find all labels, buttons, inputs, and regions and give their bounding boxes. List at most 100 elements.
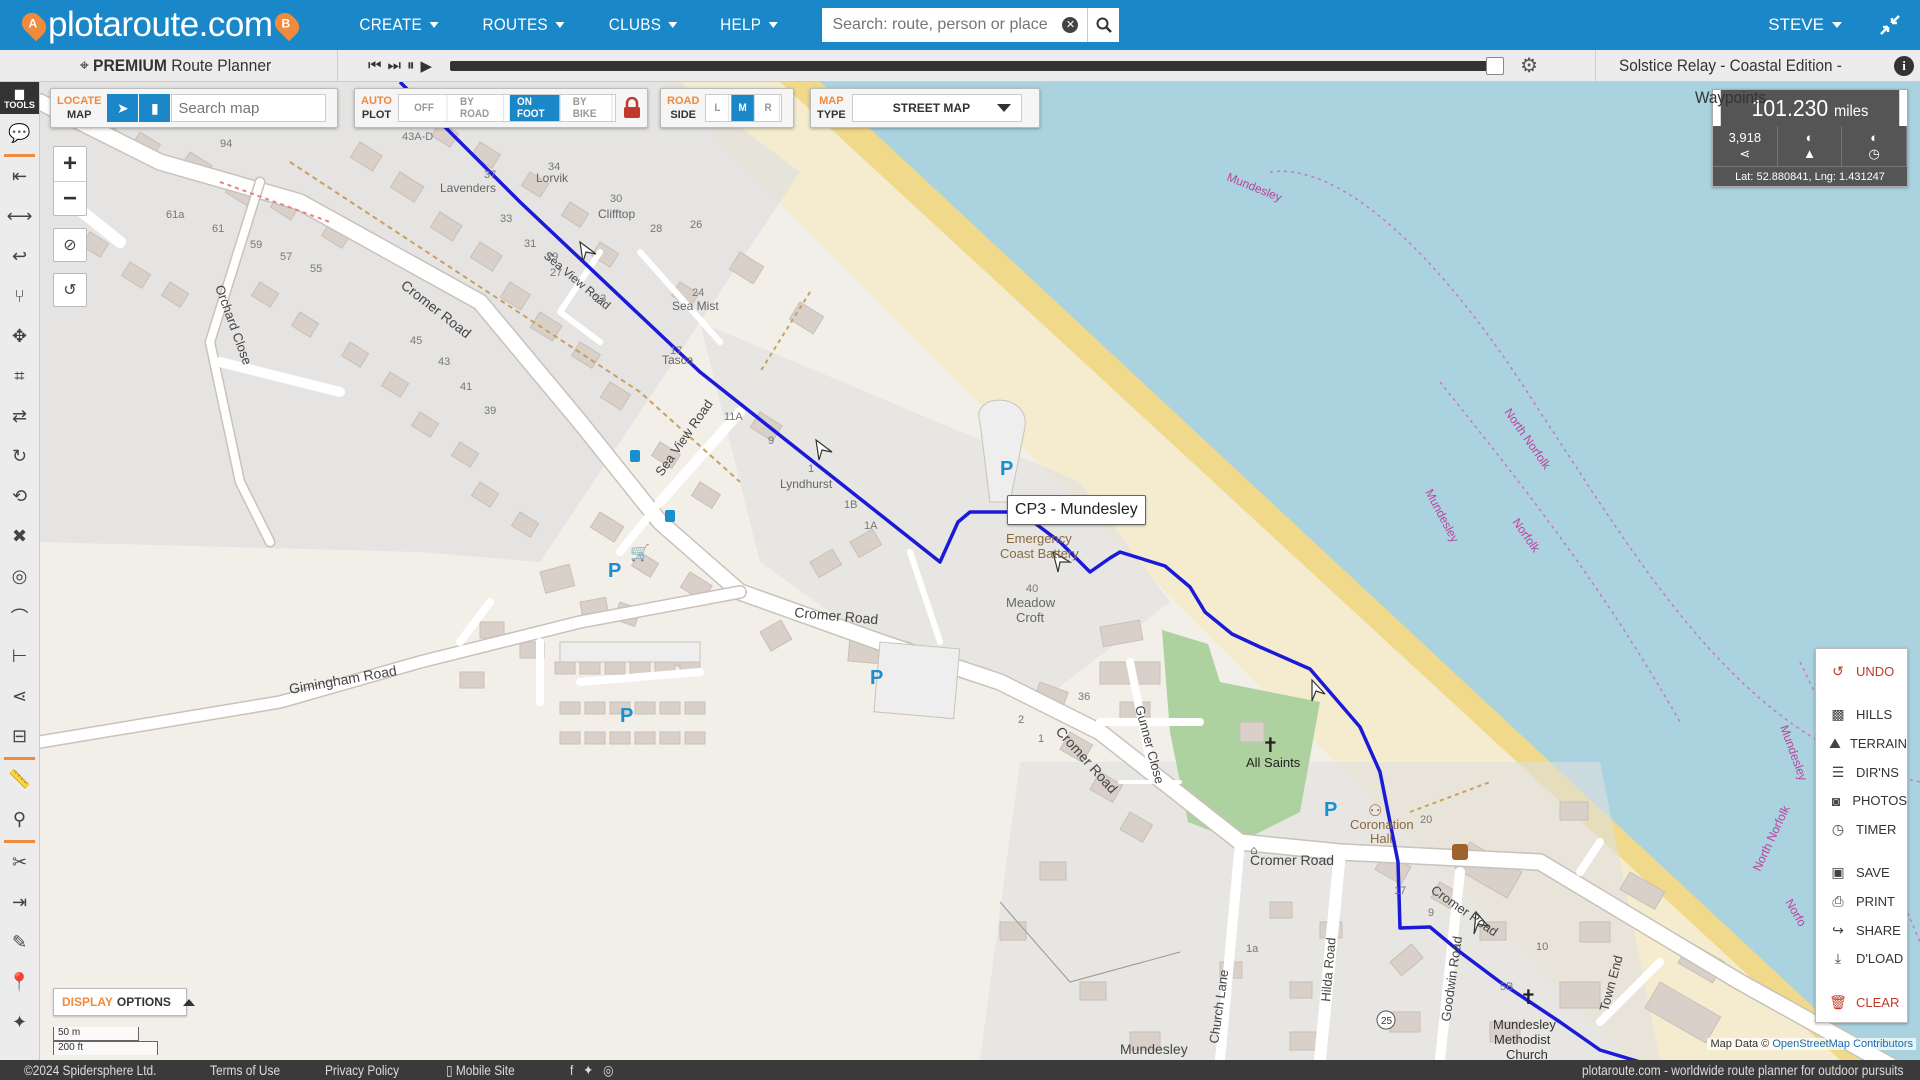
checkpoint-label[interactable]: CP3 - Mundesley	[1007, 495, 1146, 525]
facebook-icon[interactable]: f	[570, 1062, 573, 1078]
route-start-tool-icon[interactable]: ⇤	[0, 157, 39, 197]
parking-icon: P	[620, 705, 633, 727]
svg-text:43: 43	[438, 356, 450, 368]
undo-button[interactable]: ↺ UNDO	[1816, 657, 1907, 686]
zoom-in-button[interactable]: +	[54, 147, 86, 181]
roadside-right-option[interactable]: R	[758, 95, 781, 121]
progress-handle[interactable]	[1486, 56, 1505, 75]
gear-icon[interactable]: ⚙	[1520, 53, 1538, 78]
svg-text:Croft: Croft	[1016, 610, 1045, 625]
hills-button[interactable]: ▩ HILLS	[1816, 701, 1907, 730]
step-forward-icon[interactable]: ⏭	[388, 57, 402, 74]
share-tool-icon[interactable]: ⋖	[0, 677, 39, 717]
stretch-tool-icon[interactable]: ⟷	[0, 197, 39, 237]
measure-tool-icon[interactable]: ⊢	[0, 637, 39, 677]
pause-icon[interactable]: ⏸	[407, 57, 415, 74]
social-links: f ✦ ◎	[570, 1062, 614, 1079]
padlock-icon[interactable]	[620, 94, 643, 122]
back-tool-icon[interactable]: ↩	[0, 237, 39, 277]
edit-tool-icon[interactable]: ✎	[0, 923, 39, 963]
pin-tool-icon[interactable]: 📍	[0, 963, 39, 1003]
svg-text:34: 34	[548, 161, 560, 173]
waypoint-tool-icon[interactable]: ◎	[0, 557, 39, 597]
timer-button[interactable]: ◷ TIMER	[1816, 815, 1907, 844]
mobile-site-link[interactable]: ▯ Mobile Site	[446, 1062, 515, 1079]
share-button[interactable]: ↪ SHARE	[1816, 916, 1907, 945]
ruler-tool-icon[interactable]: 📏	[0, 760, 39, 800]
save-button[interactable]: ▣ SAVE	[1816, 859, 1907, 888]
twitter-icon[interactable]: ✦	[583, 1062, 593, 1078]
instagram-icon[interactable]: ◎	[603, 1062, 613, 1078]
svg-text:1: 1	[808, 463, 814, 475]
site-search-input[interactable]	[822, 8, 1088, 42]
locate-me-button[interactable]: ➤	[107, 94, 140, 122]
user-menu[interactable]: STEVE	[1768, 0, 1842, 50]
route-overview-button[interactable]: ↺	[53, 273, 87, 307]
map-type-select[interactable]: STREET MAP	[851, 94, 1022, 122]
bookmark-button[interactable]: ▮	[139, 94, 172, 122]
comment-tool-icon[interactable]: 💬	[0, 114, 39, 154]
autoplot-by-bike-option[interactable]: BY BIKE	[566, 95, 613, 121]
person-pin-tool-icon[interactable]: ⚲	[0, 800, 39, 840]
photos-button[interactable]: ◙ PHOTOS	[1816, 786, 1907, 815]
roadside-left-option[interactable]: L	[708, 95, 729, 121]
zoom-controls: + −	[53, 146, 87, 216]
bus-stop-icon	[665, 510, 675, 522]
svg-text:Lavenders: Lavenders	[440, 181, 496, 195]
playback-progress-bar[interactable]	[450, 56, 1505, 75]
menu-create[interactable]: CREATE	[343, 0, 454, 50]
skip-start-icon[interactable]: ⏮	[368, 57, 382, 74]
svg-text:94: 94	[220, 138, 232, 150]
site-logo[interactable]: A plotaroute.com B	[17, 0, 303, 50]
magic-wand-tool-icon[interactable]: ✦	[0, 1003, 39, 1043]
chevron-up-icon	[182, 998, 195, 1006]
clear-button[interactable]: 🗑 CLEAR	[1816, 988, 1907, 1017]
chevron-down-icon	[996, 104, 1011, 112]
route-name[interactable]: Solstice Relay - Coastal Edition - Waypo…	[1595, 49, 1865, 107]
reverse-tool-icon[interactable]: ⇄	[0, 397, 39, 437]
play-icon[interactable]: ▶	[421, 57, 433, 75]
elevation-toggle[interactable]: ◐ ▲	[1778, 126, 1843, 166]
detour-tool-icon[interactable]: ⌒	[0, 597, 39, 637]
menu-routes[interactable]: ROUTES	[466, 0, 580, 50]
svg-text:Emergency: Emergency	[1006, 531, 1072, 546]
print-button[interactable]: ⎙ PRINT	[1816, 887, 1907, 916]
zoom-out-button[interactable]: −	[54, 181, 86, 215]
info-icon[interactable]: i	[1894, 56, 1914, 76]
map-search-input[interactable]	[171, 94, 327, 122]
move-tool-icon[interactable]: ✥	[0, 317, 39, 357]
join-tool-icon[interactable]: ⇥	[0, 883, 39, 923]
menu-help[interactable]: HELP	[704, 0, 794, 50]
roadside-middle-option[interactable]: M	[731, 95, 755, 121]
loop-tool-icon[interactable]: ↻	[0, 437, 39, 477]
branch-tool-icon[interactable]: ⑂	[0, 277, 39, 317]
lock-tool-icon[interactable]: ⊟	[0, 717, 39, 757]
autoplot-by-road-option[interactable]: BY ROAD	[453, 95, 504, 121]
autoplot-off-option[interactable]: OFF	[402, 95, 448, 121]
share-count[interactable]: 3,918 ⋖	[1713, 126, 1778, 166]
scissors-tool-icon[interactable]: ✂	[0, 843, 39, 883]
undo-icon: ↺	[1832, 662, 1844, 679]
camera-icon: ◙	[1831, 792, 1841, 809]
time-toggle[interactable]: ◐ ◷	[1842, 126, 1908, 166]
search-button[interactable]	[1087, 8, 1120, 42]
delete-tool-icon[interactable]: ✖	[0, 517, 39, 557]
map-canvas[interactable]: P P P P P 🛒 ✝ ✝ ⚇ ⌂ Cromer Road Cromer R…	[40, 82, 1920, 1060]
svg-text:1B: 1B	[844, 499, 857, 511]
zoom-to-route-button[interactable]: ⊘	[53, 228, 87, 262]
collapse-icon[interactable]	[1878, 13, 1902, 37]
display-options-button[interactable]: DISPLAY OPTIONS	[53, 988, 195, 1016]
osm-attribution-link[interactable]: OpenStreetMap Contributors	[1772, 1038, 1913, 1050]
terrain-button[interactable]: ⛰ TERRAIN	[1816, 729, 1907, 758]
privacy-link[interactable]: Privacy Policy	[325, 1062, 399, 1078]
map-svg[interactable]: P P P P P 🛒 ✝ ✝ ⚇ ⌂ Cromer Road Cromer R…	[40, 82, 1920, 1060]
menu-clubs[interactable]: CLUBS	[592, 0, 693, 50]
svg-text:9: 9	[768, 435, 774, 447]
directions-button[interactable]: ☰ DIR'NS	[1816, 758, 1907, 787]
download-button[interactable]: ⤓ D'LOAD	[1816, 944, 1907, 973]
svg-text:25: 25	[1381, 1016, 1393, 1027]
terms-link[interactable]: Terms of Use	[210, 1062, 280, 1078]
crop-tool-icon[interactable]: ⌗	[0, 357, 39, 397]
return-tool-icon[interactable]: ⟲	[0, 477, 39, 517]
autoplot-on-foot-option[interactable]: ON FOOT	[509, 95, 561, 121]
